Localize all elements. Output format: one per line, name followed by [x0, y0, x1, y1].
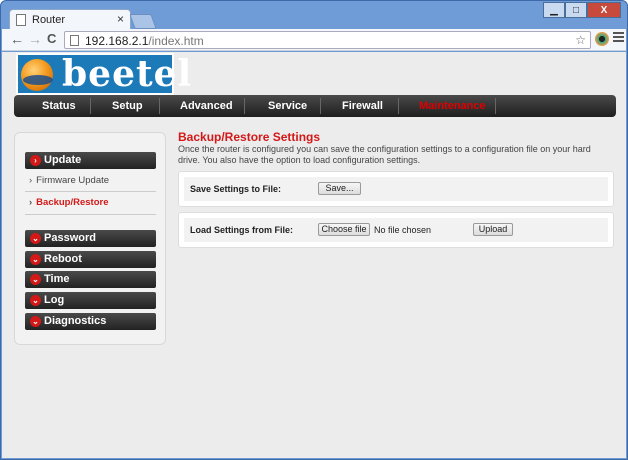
bookmark-star-icon[interactable]: ☆	[575, 33, 586, 47]
load-settings-row: Load Settings from File: Choose file No …	[184, 218, 608, 242]
load-settings-label: Load Settings from File:	[190, 225, 294, 235]
nav-divider	[398, 98, 399, 114]
tab-close-icon[interactable]: ×	[117, 12, 124, 26]
beetel-logo: beetel	[16, 53, 191, 95]
maximize-button[interactable]: □	[565, 2, 587, 18]
browser-tab[interactable]: Router ×	[9, 9, 131, 30]
title-bar: Router × ▁ □ X	[1, 1, 627, 30]
page-icon	[70, 35, 79, 46]
file-status-text: No file chosen	[374, 225, 432, 235]
load-settings-panel: Load Settings from File: Choose file No …	[178, 212, 614, 248]
chevron-down-icon: ⌄	[30, 274, 41, 285]
nav-status[interactable]: Status	[42, 100, 76, 112]
sidebar-item-time[interactable]: ⌄ Time	[25, 271, 156, 288]
reload-icon[interactable]: C	[47, 32, 56, 46]
sidebar-item-update[interactable]: › Update	[25, 152, 156, 169]
sidebar-item-label: Log	[44, 294, 65, 306]
main-navigation: Status Setup Advanced Service Firewall M…	[14, 95, 616, 117]
sidebar-item-diagnostics[interactable]: ⌄ Diagnostics	[25, 313, 156, 330]
web-page: beetel Status Setup Advanced Service Fir…	[2, 52, 626, 458]
sidebar-item-password[interactable]: ⌄ Password	[25, 230, 156, 247]
sidebar-divider	[25, 191, 156, 192]
extension-icon[interactable]	[595, 32, 609, 46]
page-description: Once the router is configured you can sa…	[178, 144, 591, 165]
tab-title: Router	[32, 14, 66, 26]
logo-text: beetel	[62, 53, 193, 95]
forward-arrow-icon[interactable]: →	[28, 32, 42, 46]
minimize-button[interactable]: ▁	[543, 2, 565, 18]
browser-toolbar: ← → C 192.168.2.1/index.htm ☆	[2, 29, 626, 51]
browser-window: Router × ▁ □ X ← → C 192.168.2.1/index.h…	[0, 0, 628, 460]
save-settings-panel: Save Settings to File: Save...	[178, 171, 614, 207]
sidebar-item-label: Reboot	[44, 253, 82, 265]
new-tab-button[interactable]	[129, 14, 157, 29]
nav-divider	[320, 98, 321, 114]
arrow-right-icon: ›	[29, 175, 33, 186]
chevron-down-icon: ⌄	[30, 316, 41, 327]
save-settings-row: Save Settings to File: Save...	[184, 177, 608, 201]
nav-divider	[495, 98, 496, 114]
logo-globe-icon	[21, 59, 53, 91]
nav-divider	[244, 98, 245, 114]
url-host: 192.168.2.1	[85, 34, 149, 48]
page-favicon-icon	[16, 14, 26, 26]
url-text: 192.168.2.1/index.htm	[85, 34, 204, 48]
nav-maintenance[interactable]: Maintenance	[419, 100, 486, 112]
sidebar-subitem-firmware-update[interactable]: › Firmware Update	[29, 175, 109, 186]
address-bar[interactable]: 192.168.2.1/index.htm ☆	[64, 31, 591, 49]
sidebar-subitem-label: Firmware Update	[36, 175, 110, 186]
nav-setup[interactable]: Setup	[112, 100, 143, 112]
sidebar-item-label: Diagnostics	[44, 315, 107, 327]
sidebar-subitem-label: Backup/Restore	[36, 197, 109, 208]
page-title: Backup/Restore Settings	[178, 130, 321, 144]
nav-advanced[interactable]: Advanced	[180, 100, 233, 112]
sidebar-item-label: Time	[44, 273, 70, 285]
back-arrow-icon[interactable]: ←	[10, 32, 24, 46]
window-controls: ▁ □ X	[543, 2, 621, 19]
chevron-down-icon: ⌄	[30, 254, 41, 265]
choose-file-button[interactable]: Choose file	[318, 223, 370, 236]
sidebar: › Update › Firmware Update › Backup/Restor…	[14, 132, 166, 345]
close-window-button[interactable]: X	[587, 2, 621, 18]
chevron-down-icon: ⌄	[30, 295, 41, 306]
sidebar-item-label: Password	[44, 232, 96, 244]
save-settings-label: Save Settings to File:	[190, 184, 282, 194]
nav-divider	[90, 98, 91, 114]
url-path: /index.htm	[148, 34, 204, 48]
sidebar-subitem-backup-restore[interactable]: › Backup/Restore	[29, 197, 109, 208]
sidebar-divider	[25, 214, 156, 215]
sidebar-item-label: Update	[44, 154, 82, 166]
upload-button[interactable]: Upload	[473, 223, 513, 236]
nav-service[interactable]: Service	[268, 100, 307, 112]
sidebar-item-log[interactable]: ⌄ Log	[25, 292, 156, 309]
sidebar-item-reboot[interactable]: ⌄ Reboot	[25, 251, 156, 268]
nav-firewall[interactable]: Firewall	[342, 100, 383, 112]
nav-divider	[159, 98, 160, 114]
chevron-right-icon: ›	[30, 155, 41, 166]
chevron-down-icon: ⌄	[30, 233, 41, 244]
arrow-right-icon: ›	[29, 197, 33, 208]
save-button[interactable]: Save...	[318, 182, 361, 195]
browser-menu-icon[interactable]	[613, 32, 624, 44]
